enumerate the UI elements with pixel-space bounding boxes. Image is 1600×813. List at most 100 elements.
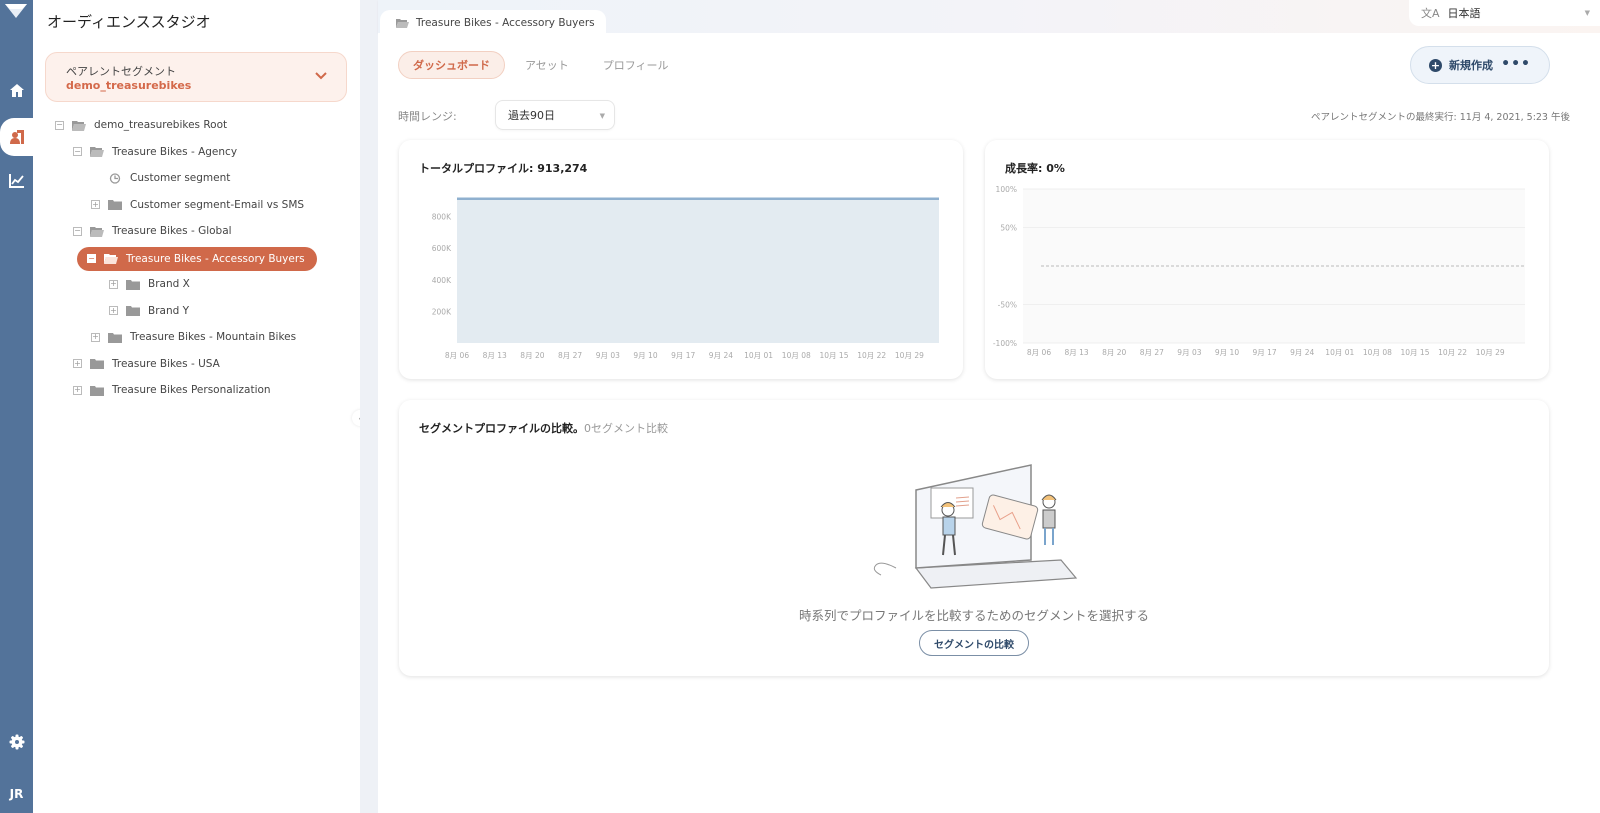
folder-icon: [90, 359, 104, 369]
tree-item-label: Treasure Bikes - Accessory Buyers: [126, 252, 305, 265]
folder-icon: [126, 306, 140, 316]
folder-open-icon: [104, 254, 118, 264]
language-selector[interactable]: 文A 日本語 ▼: [1409, 0, 1600, 26]
expand-icon[interactable]: +: [91, 200, 100, 209]
document-tab-label: Treasure Bikes - Accessory Buyers: [416, 17, 595, 29]
folder-open-icon: [90, 147, 104, 157]
y-tick-label: 800K: [432, 213, 452, 222]
time-range-label: 時間レンジ:: [398, 110, 457, 123]
nav-insights[interactable]: [0, 162, 33, 198]
growth-rate-card: 成長率: 0% 100% 50% -50% -100% 8月 06 8月 13 8月 20 8…: [985, 140, 1549, 379]
y-tick-label: -50%: [998, 301, 1017, 310]
x-tick-label: 8月 20: [1102, 348, 1126, 357]
segment-icon: [109, 172, 121, 184]
y-tick-label: 600K: [432, 244, 452, 253]
tree-item-label: Treasure Bikes Personalization: [112, 384, 271, 396]
home-icon: [9, 83, 24, 97]
time-range-value: 過去90日: [508, 109, 555, 122]
more-options-icon[interactable]: •••: [1501, 56, 1531, 72]
y-tick-label: 100%: [996, 185, 1017, 194]
x-tick-label: 10月 08: [782, 351, 811, 360]
view-tabs: ダッシュボード アセット プロフィール: [398, 51, 683, 79]
y-tick-label: 200K: [432, 307, 452, 316]
x-tick-label: 10月 15: [1401, 348, 1430, 357]
last-run-timestamp: ペアレントセグメントの最終実行: 11月 4, 2021, 5:23 午後: [1311, 112, 1570, 123]
tree-item-label: Customer segment: [130, 172, 231, 184]
expand-icon[interactable]: +: [73, 385, 82, 395]
parent-segment-selector[interactable]: ペアレントセグメント demo_treasurebikes: [45, 52, 347, 102]
expand-icon[interactable]: +: [91, 332, 100, 342]
tree-item-label: Customer segment-Email vs SMS: [130, 198, 305, 211]
x-tick-label: 9月 10: [633, 351, 657, 360]
segment-compare-title: セグメントプロファイルの比較。0セグメント比較: [419, 420, 668, 436]
x-tick-label: 9月 03: [1177, 348, 1201, 357]
tab-profiles[interactable]: プロフィール: [589, 51, 683, 79]
tree-item[interactable]: − Treasure Bikes - Accessory Buyers: [77, 246, 317, 271]
collapse-icon[interactable]: −: [73, 147, 82, 156]
tree-item[interactable]: + Treasure Bikes Personalization: [73, 379, 271, 401]
x-tick-label: 10月 08: [1363, 348, 1392, 357]
nav-home[interactable]: [0, 72, 33, 108]
tree-item[interactable]: − Treasure Bikes - Global: [73, 220, 232, 242]
gear-icon: [9, 734, 24, 750]
nav-settings[interactable]: [0, 724, 33, 760]
x-tick-label: 9月 24: [709, 351, 733, 360]
compare-segments-button[interactable]: セグメントの比較: [919, 630, 1029, 656]
tree-item[interactable]: + Treasure Bikes - USA: [73, 353, 220, 375]
x-tick-label: 9月 24: [1290, 348, 1314, 357]
x-tick-label: 8月 27: [558, 351, 582, 360]
collapse-icon[interactable]: −: [87, 254, 96, 263]
x-tick-label: 9月 17: [1252, 348, 1276, 357]
tab-dashboard[interactable]: ダッシュボード: [398, 51, 505, 79]
app-rail: JR: [0, 0, 36, 813]
audience-icon: [9, 130, 24, 144]
insights-icon: [8, 173, 24, 188]
collapse-icon[interactable]: −: [55, 120, 64, 130]
x-tick-label: 8月 27: [1140, 348, 1164, 357]
total-profiles-card: トータルプロファイル: 913,274 200K 400K 600K 800K 8月 0…: [399, 140, 963, 379]
total-profiles-chart: 200K 400K 600K 800K 8月 06 8月 13 8月 20 8月 27 9月 0…: [432, 197, 939, 360]
tree-item-label: Brand X: [148, 278, 190, 290]
x-tick-label: 9月 10: [1215, 348, 1239, 357]
x-tick-label: 8月 06: [445, 351, 469, 360]
expand-icon[interactable]: +: [109, 279, 118, 289]
area-fill: [457, 198, 939, 343]
x-tick-label: 8月 13: [483, 351, 507, 360]
expand-icon[interactable]: +: [109, 306, 118, 315]
tree-item[interactable]: + Brand X: [109, 273, 190, 295]
parent-segment-label: ペアレントセグメント: [66, 65, 176, 78]
x-tick-label: 10月 01: [1325, 348, 1354, 357]
language-value: 日本語: [1447, 7, 1481, 20]
x-tick-label: 10月 15: [820, 351, 849, 360]
tree-item[interactable]: − demo_treasurebikes Root: [55, 114, 227, 136]
tree-item-label: Brand Y: [148, 304, 190, 317]
nav-audience[interactable]: [0, 119, 33, 155]
folder-icon: [126, 279, 140, 290]
x-tick-label: 9月 03: [596, 351, 620, 360]
logo-icon[interactable]: [2, 2, 30, 20]
tree-item[interactable]: + Customer segment-Email vs SMS: [91, 194, 304, 216]
x-tick-label: 10月 01: [744, 351, 773, 360]
folder-icon: [108, 332, 122, 343]
x-tick-label: 10月 29: [1476, 348, 1505, 357]
folder-icon: [108, 200, 122, 210]
main-edge: [360, 0, 378, 813]
x-tick-label: 10月 22: [1438, 348, 1467, 357]
tree-item[interactable]: Customer segment: [91, 167, 230, 189]
tree-item-label: Treasure Bikes - Global: [112, 225, 232, 237]
tree-item[interactable]: − Treasure Bikes - Agency: [73, 141, 237, 163]
y-tick-label: -100%: [993, 339, 1017, 348]
y-tick-label: 50%: [1000, 224, 1017, 233]
tab-assets[interactable]: アセット: [511, 51, 583, 79]
create-new-button[interactable]: + 新規作成 •••: [1410, 46, 1550, 84]
x-tick-label: 8月 13: [1064, 348, 1088, 357]
user-avatar[interactable]: JR: [0, 787, 33, 801]
folder-open-icon: [72, 120, 86, 131]
collapse-icon[interactable]: −: [73, 226, 82, 236]
tree-item-label: demo_treasurebikes Root: [94, 119, 228, 131]
expand-icon[interactable]: +: [73, 359, 82, 368]
folder-open-icon: [396, 19, 409, 28]
time-range-select[interactable]: 過去90日 ▼: [495, 100, 615, 130]
tree-item[interactable]: + Brand Y: [109, 300, 189, 322]
tree-item[interactable]: + Treasure Bikes - Mountain Bikes: [91, 326, 296, 348]
